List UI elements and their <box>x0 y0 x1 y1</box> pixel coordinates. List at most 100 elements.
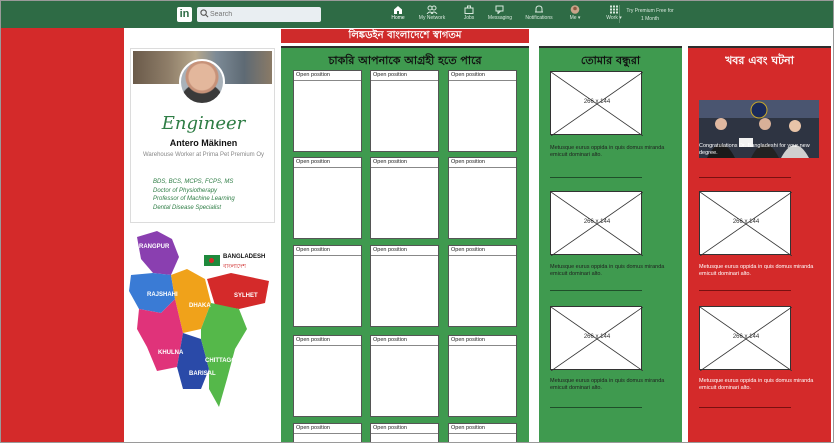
job-card-divider <box>449 433 516 434</box>
map-label-chittagong: CHITTAGONG <box>205 358 245 364</box>
profile-card: Engineer Antero Mäkinen Warehouse Worker… <box>130 48 275 223</box>
job-card-divider <box>371 433 438 434</box>
job-card[interactable]: Open position <box>448 157 517 239</box>
job-card-divider <box>294 255 361 256</box>
avatar-icon <box>570 5 580 14</box>
page-frame: in Home My Network Jobs Messaging Notifi… <box>0 0 834 443</box>
map-label-barisal: BARISAL <box>189 371 216 377</box>
premium-link[interactable]: Try Premium Free for 1 Month <box>625 7 675 23</box>
nav-home[interactable]: Home <box>387 5 409 27</box>
bangladesh-flag <box>204 255 220 266</box>
profile-avatar[interactable] <box>179 59 225 105</box>
map-label-rangpur: RANGPUR <box>139 244 170 250</box>
map-country-label: BANGLADESH <box>223 254 266 260</box>
job-card-label: Open position <box>373 159 407 165</box>
job-card-label: Open position <box>373 425 407 431</box>
job-card-divider <box>294 167 361 168</box>
job-card-label: Open position <box>296 159 330 165</box>
job-card[interactable]: Open position <box>370 245 439 327</box>
job-card[interactable]: Open position <box>370 335 439 417</box>
news-panel: খবর এবং ঘটনা Congratulations Dr. Banglad… <box>688 46 831 442</box>
job-card-divider <box>371 255 438 256</box>
job-card-label: Open position <box>296 72 330 78</box>
job-card[interactable]: Open position <box>370 423 439 442</box>
nav-me-label: Me ▾ <box>569 15 581 21</box>
friend-caption: Metusque eurus oppida in quis domus mira… <box>550 145 665 158</box>
job-card[interactable]: Open position <box>448 245 517 327</box>
friends-panel-title: তোমার বন্ধুরা <box>580 54 641 67</box>
job-card-divider <box>449 255 516 256</box>
friend-photo-placeholder[interactable]: 266 x 144 <box>550 191 643 256</box>
credential-item: Professor of Machine Learning <box>153 196 235 202</box>
news-caption: Congratulations Dr. Bangladeshi for your… <box>699 143 810 156</box>
job-card-label: Open position <box>296 425 330 431</box>
home-icon <box>394 6 402 14</box>
news-caption: Metusque eurus oppida in quis domus mira… <box>699 378 814 391</box>
job-card[interactable]: Open position <box>448 335 517 417</box>
nav-notifications[interactable]: Notifications <box>523 5 555 27</box>
top-navbar: in Home My Network Jobs Messaging Notifi… <box>1 1 833 28</box>
divider-line <box>550 177 642 178</box>
job-card-divider <box>371 167 438 168</box>
news-photo-placeholder[interactable]: 266 x 144 <box>699 306 792 371</box>
friend-photo-placeholder[interactable]: 266 x 144 <box>550 71 643 136</box>
jobs-panel-title: চাকরি আপনাকে আগ্রহী হতে পারে <box>328 54 482 67</box>
job-card[interactable]: Open position <box>370 70 439 152</box>
placeholder-label: 266 x 144 <box>732 334 760 340</box>
job-card-divider <box>294 80 361 81</box>
job-card[interactable]: Open position <box>293 157 362 239</box>
briefcase-icon <box>464 5 474 14</box>
nav-work-label: Work ▾ <box>606 15 622 21</box>
job-card[interactable]: Open position <box>293 335 362 417</box>
nav-my-network-label: My Network <box>418 15 446 21</box>
job-card-label: Open position <box>373 72 407 78</box>
nav-messaging[interactable]: Messaging <box>486 5 514 27</box>
job-card[interactable]: Open position <box>448 70 517 152</box>
nav-jobs[interactable]: Jobs <box>459 5 479 27</box>
profile-credentials: BDS, BCS, MCPS, FCPS, MS Doctor of Physi… <box>153 178 273 212</box>
job-card[interactable]: Open position <box>293 70 362 152</box>
map-label-rajshahi: RAJSHAHI <box>147 292 178 298</box>
search-input[interactable] <box>210 8 318 21</box>
news-photo-placeholder[interactable]: 266 x 144 <box>699 191 792 256</box>
divider-line <box>699 290 791 291</box>
map-label-dhaka: DHAKA <box>189 303 211 309</box>
job-card-divider <box>294 345 361 346</box>
placeholder-label: 266 x 144 <box>583 99 611 105</box>
job-card-divider <box>449 167 516 168</box>
welcome-banner: লিঙ্কডইন বাংলাদেশে স্বাগতম <box>281 29 529 43</box>
job-card-divider <box>449 345 516 346</box>
job-card[interactable]: Open position <box>293 245 362 327</box>
grid-icon <box>610 5 618 14</box>
divider-line <box>699 407 791 408</box>
job-card[interactable]: Open position <box>448 423 517 442</box>
job-card-label: Open position <box>451 247 485 253</box>
job-card-divider <box>294 433 361 434</box>
divider-line <box>550 290 642 291</box>
nav-work[interactable]: Work ▾ <box>601 5 627 27</box>
job-card-label: Open position <box>451 337 485 343</box>
nav-me[interactable]: Me ▾ <box>564 5 586 27</box>
left-red-strip <box>1 28 124 442</box>
friend-photo-placeholder[interactable]: 266 x 144 <box>550 306 643 371</box>
premium-line-2: 1 Month <box>640 16 660 22</box>
premium-line-1: Try Premium Free for <box>626 8 674 14</box>
profile-name[interactable]: Antero Mäkinen <box>131 138 276 148</box>
job-card-label: Open position <box>373 337 407 343</box>
credential-item: Dental Disease Specialist <box>153 204 222 211</box>
nav-messaging-label: Messaging <box>487 15 513 21</box>
map-label-khulna: KHULNA <box>158 350 184 356</box>
job-card[interactable]: Open position <box>293 423 362 442</box>
friend-caption: Metusque eurus oppida in quis domus mira… <box>550 264 665 277</box>
bell-icon <box>535 5 543 13</box>
linkedin-logo[interactable]: in <box>177 7 192 22</box>
search-box[interactable] <box>197 7 321 22</box>
job-card-label: Open position <box>451 72 485 78</box>
map-label-sylhet: SYLHET <box>234 293 258 299</box>
nav-my-network[interactable]: My Network <box>417 5 447 27</box>
placeholder-label: 266 x 144 <box>583 334 611 340</box>
job-card[interactable]: Open position <box>370 157 439 239</box>
credential-item: BDS, BCS, MCPS, FCPS, MS <box>153 179 234 185</box>
news-caption: Metusque eurus oppida in quis domus mira… <box>699 264 814 277</box>
search-icon <box>200 9 209 18</box>
